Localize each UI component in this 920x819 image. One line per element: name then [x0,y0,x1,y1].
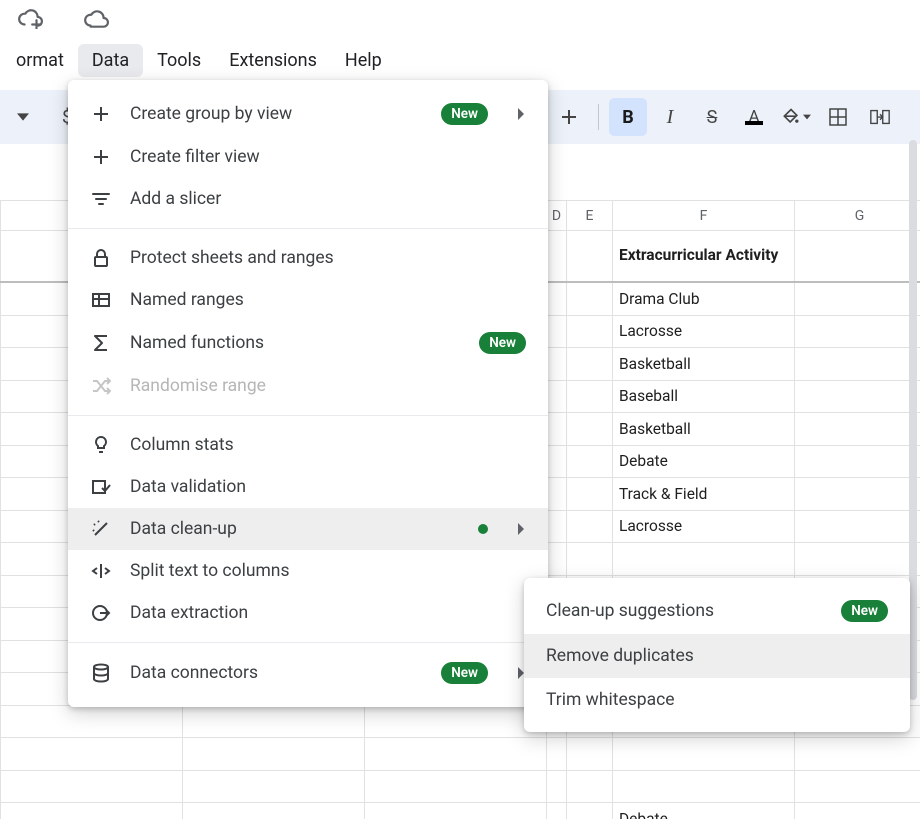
strikethrough-button[interactable]: S [693,98,731,136]
lock-icon [90,248,112,268]
split-icon [90,562,112,580]
col-header-e[interactable]: E [567,201,613,230]
header-cell-extracurricular[interactable]: Extracurricular Activity [613,231,795,281]
slicer-icon [90,191,112,207]
smi-cleanup-suggestions[interactable]: Clean-up suggestions New [524,588,910,634]
insert-plus-button[interactable] [550,98,588,136]
smi-label: Trim whitespace [546,690,675,710]
mi-protect-sheets[interactable]: Protect sheets and ranges [68,237,548,279]
mi-label: Column stats [130,435,234,455]
col-header-d[interactable]: D [547,201,567,230]
mi-label: Add a slicer [130,189,221,209]
mi-data-cleanup[interactable]: Data clean-up [68,508,548,550]
mi-label: Data validation [130,477,246,497]
title-icon-group [16,4,110,32]
mi-data-connectors[interactable]: Data connectors New [68,651,548,695]
wand-icon [90,519,112,539]
new-badge: New [841,600,888,622]
mi-data-extraction[interactable]: Data extraction [68,592,548,634]
data-cleanup-submenu: Clean-up suggestions New Remove duplicat… [524,578,910,732]
validation-icon [90,479,112,495]
bold-button[interactable]: B [609,98,647,136]
mi-create-filter-view[interactable]: Create filter view [68,136,548,178]
table-row[interactable] [0,771,920,804]
new-badge: New [441,103,488,125]
mi-randomise-range: Randomise range [68,365,548,407]
plus-icon [90,148,112,166]
mi-data-validation[interactable]: Data validation [68,466,548,508]
mi-label: Data extraction [130,603,248,623]
menu-help[interactable]: Help [331,44,396,77]
bulb-icon [90,435,112,455]
text-color-button[interactable]: A [735,98,773,136]
chevron-right-icon [516,523,526,535]
mi-label: Data connectors [130,663,258,683]
mi-label: Create group by view [130,104,292,124]
extract-icon [90,604,112,622]
merge-cells-button[interactable] [861,98,899,136]
borders-button[interactable] [819,98,857,136]
menu-separator [68,642,548,643]
database-icon [90,663,112,683]
menu-format[interactable]: ormat [2,44,78,77]
smi-trim-whitespace[interactable]: Trim whitespace [524,678,910,722]
menu-data[interactable]: Data [78,44,143,77]
smi-remove-duplicates[interactable]: Remove duplicates [524,634,910,678]
data-menu-dropdown: Create group by view New Create filter v… [68,80,548,707]
named-range-icon [90,292,112,308]
toolbar-separator [598,104,599,130]
fill-color-button[interactable] [777,98,815,136]
menu-separator [68,228,548,229]
menubar: ormat Data Tools Extensions Help [0,44,396,77]
mi-label: Named ranges [130,290,244,310]
mi-named-ranges[interactable]: Named ranges [68,279,548,321]
mi-split-text[interactable]: Split text to columns [68,550,548,592]
plus-icon [90,105,112,123]
mi-add-slicer[interactable]: Add a slicer [68,178,548,220]
new-badge: New [441,662,488,684]
notification-dot [478,524,488,534]
shuffle-icon [90,377,112,395]
sigma-icon [90,334,112,352]
mi-column-stats[interactable]: Column stats [68,424,548,466]
new-badge: New [479,332,526,354]
mi-label: Named functions [130,333,264,353]
italic-button[interactable]: I [651,98,689,136]
chevron-right-icon [516,108,526,120]
menu-separator [68,415,548,416]
col-header-f[interactable]: F [613,201,795,230]
mi-create-group-by-view[interactable]: Create group by view New [68,92,548,136]
smi-label: Clean-up suggestions [546,601,714,621]
mi-label: Randomise range [130,376,266,396]
menu-tools[interactable]: Tools [143,44,215,77]
cloud-icon[interactable] [82,4,110,32]
table-row[interactable] [0,738,920,771]
more-left-button[interactable] [4,98,42,136]
col-header-g[interactable]: G [795,201,920,230]
cloud-plus-icon[interactable] [16,4,44,32]
menu-extensions[interactable]: Extensions [215,44,331,77]
mi-label: Create filter view [130,147,260,167]
mi-label: Data clean-up [130,519,237,539]
mi-named-functions[interactable]: Named functions New [68,321,548,365]
smi-label: Remove duplicates [546,646,694,666]
mi-label: Split text to columns [130,561,290,581]
table-row[interactable]: Debate [0,803,920,819]
mi-label: Protect sheets and ranges [130,248,334,268]
